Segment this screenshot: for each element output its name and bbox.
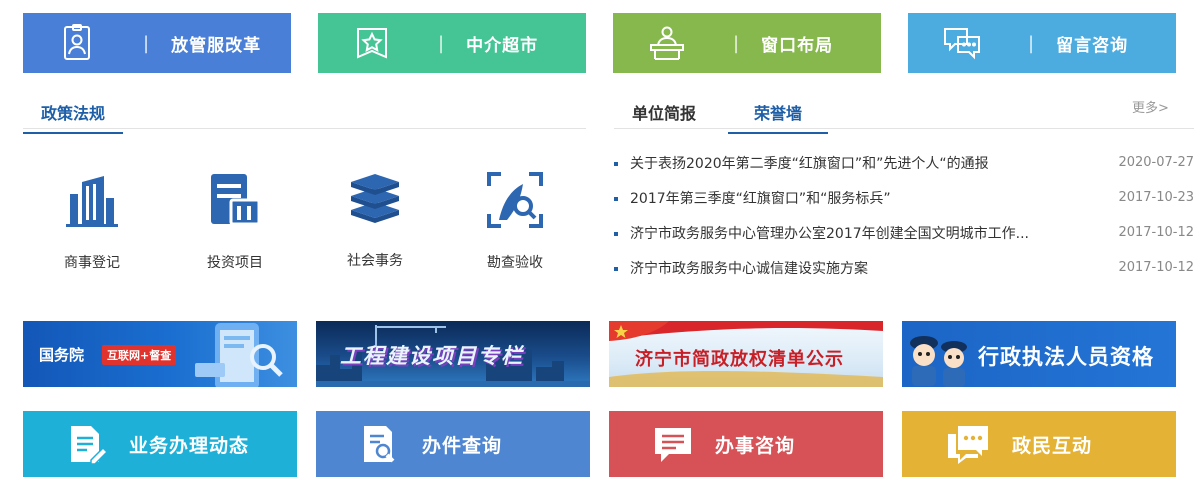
- tile-business-status[interactable]: 业务办理动态: [23, 411, 297, 477]
- banner-guowuyuan-supervision[interactable]: 国务院 互联网+督查: [23, 321, 297, 387]
- phone-illustration-icon: [195, 323, 283, 387]
- banner-title: 工程建设项目专栏: [340, 344, 524, 368]
- chat-dots-icon: [948, 426, 988, 464]
- tile-interaction[interactable]: 政民互动: [902, 411, 1176, 477]
- list-item[interactable]: 济宁市政务服务中心诚信建设实施方案 2017-10-12: [614, 258, 1194, 282]
- tile-label: 办事咨询: [715, 434, 796, 457]
- tile-separator: |: [143, 32, 150, 54]
- tile-label: 政民互动: [1012, 434, 1093, 457]
- news-title[interactable]: 2017年第三季度“红旗窗口”和“服务标兵”: [630, 188, 1060, 208]
- list-item[interactable]: 关于表扬2020年第二季度“红旗窗口”和”先进个人“的通报 2020-07-27: [614, 153, 1194, 177]
- tile-label: 留言咨询: [1056, 35, 1129, 56]
- policy-item-survey-acceptance[interactable]: 勘查验收: [455, 170, 575, 272]
- news-date: 2020-07-27: [1118, 155, 1194, 170]
- policy-heading[interactable]: 政策法规: [23, 100, 124, 134]
- bullet-icon: [614, 162, 618, 166]
- news-title[interactable]: 济宁市政务服务中心管理办公室2017年创建全国文明城市工作...: [630, 223, 1060, 243]
- news-divider: [614, 128, 1194, 129]
- banner-badge: 互联网+督查: [102, 345, 177, 365]
- news-title[interactable]: 关于表扬2020年第二季度“红旗窗口”和”先进个人“的通报: [630, 153, 1060, 173]
- bullet-icon: [614, 197, 618, 201]
- tab-unit-briefing[interactable]: 单位简报: [632, 100, 696, 132]
- news-title[interactable]: 济宁市政务服务中心诚信建设实施方案: [630, 258, 1060, 278]
- tab-honor-wall[interactable]: 荣誉墙: [728, 100, 829, 134]
- tile-fangguanfu[interactable]: | 放管服改革: [23, 13, 291, 73]
- star-ribbon-icon: [357, 28, 387, 59]
- policy-item-social-affairs[interactable]: 社会事务: [315, 168, 435, 270]
- policy-item-label: 勘查验收: [487, 255, 543, 271]
- document-edit-icon: [71, 426, 107, 464]
- scan-inspection-icon: [487, 172, 543, 228]
- tile-label: 办件查询: [422, 434, 503, 457]
- tile-label: 窗口布局: [761, 35, 834, 56]
- news-date: 2017-10-12: [1118, 260, 1194, 275]
- banner-engineering-projects[interactable]: 工程建设项目专栏: [316, 321, 590, 387]
- news-date: 2017-10-12: [1118, 225, 1194, 240]
- news-date: 2017-10-23: [1118, 190, 1194, 205]
- building-icon: [66, 176, 118, 227]
- service-counter-icon: [650, 26, 684, 60]
- tile-separator: |: [438, 32, 445, 54]
- banner-title: 国务院: [39, 346, 85, 364]
- police-mascot-icon: [910, 336, 967, 387]
- tile-consultation[interactable]: 办事咨询: [609, 411, 883, 477]
- message-icon: [655, 428, 691, 462]
- document-search-icon: [364, 426, 395, 463]
- bullet-icon: [614, 232, 618, 236]
- books-icon: [351, 174, 399, 223]
- chat-bubbles-icon: [944, 28, 980, 60]
- banner-title: 行政执法人员资格: [978, 345, 1154, 369]
- banner-jining-simplification[interactable]: 济宁市简政放权清单公示: [609, 321, 883, 387]
- banner-enforcement-qualification[interactable]: 行政执法人员资格: [902, 321, 1176, 387]
- id-badge-icon: [64, 24, 90, 60]
- banner-title: 济宁市简政放权清单公示: [635, 349, 844, 370]
- tile-liuyan[interactable]: | 留言咨询: [908, 13, 1176, 73]
- policy-item-label: 商事登记: [64, 255, 120, 271]
- tile-zhongjie[interactable]: | 中介超市: [318, 13, 586, 73]
- tile-case-query[interactable]: 办件查询: [316, 411, 590, 477]
- more-link[interactable]: 更多>: [1132, 97, 1169, 116]
- tile-separator: |: [733, 32, 740, 54]
- tile-chuangkou[interactable]: | 窗口布局: [613, 13, 881, 73]
- policy-item-business-registration[interactable]: 商事登记: [32, 170, 152, 272]
- document-stack-icon: [211, 174, 261, 226]
- tile-label: 业务办理动态: [129, 434, 250, 457]
- tile-separator: |: [1028, 32, 1035, 54]
- policy-item-label: 社会事务: [347, 253, 403, 269]
- policy-item-label: 投资项目: [207, 255, 263, 271]
- tile-label: 放管服改革: [171, 35, 262, 56]
- list-item[interactable]: 济宁市政务服务中心管理办公室2017年创建全国文明城市工作... 2017-10…: [614, 223, 1194, 247]
- tile-label: 中介超市: [466, 35, 539, 56]
- bullet-icon: [614, 267, 618, 271]
- list-item[interactable]: 2017年第三季度“红旗窗口”和“服务标兵” 2017-10-23: [614, 188, 1194, 212]
- policy-item-investment-project[interactable]: 投资项目: [175, 170, 295, 272]
